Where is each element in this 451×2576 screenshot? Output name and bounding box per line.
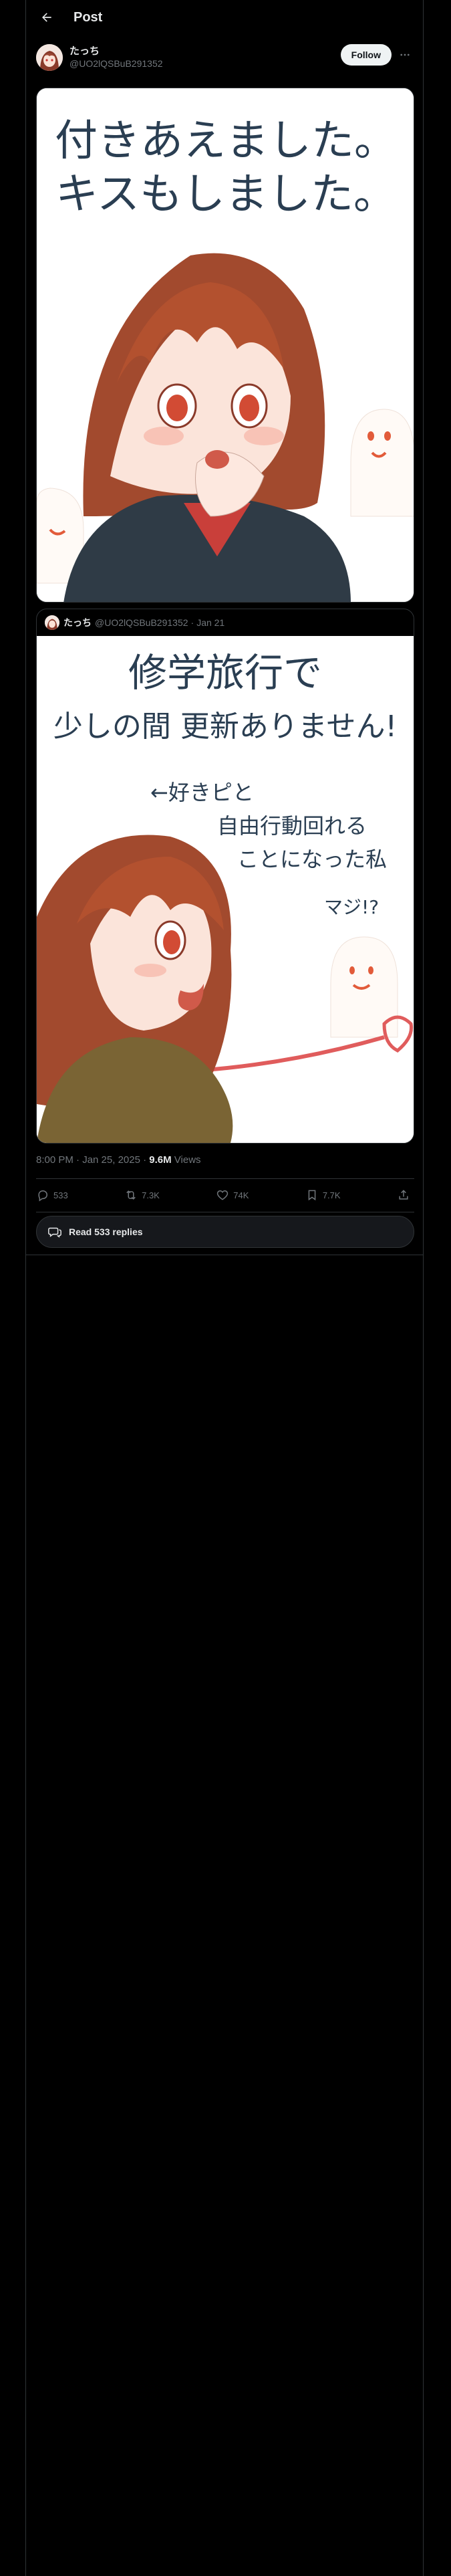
note-line3: ことになった私 bbox=[237, 847, 387, 872]
bookmark-count: 7.7K bbox=[322, 1190, 341, 1200]
avatar[interactable] bbox=[36, 44, 63, 71]
quoted-caption-line1: 修学旅行で bbox=[128, 650, 322, 695]
image-caption-line2: キスもしました。 bbox=[55, 170, 396, 219]
post-image[interactable]: 付きあえました。 キスもしました。 bbox=[36, 88, 414, 603]
like-button[interactable]: 74K bbox=[216, 1188, 249, 1202]
quoted-date: Jan 21 bbox=[196, 617, 225, 628]
repost-icon bbox=[126, 1190, 136, 1200]
quoted-author-name: たっち bbox=[63, 617, 92, 628]
more-options-button[interactable] bbox=[396, 45, 414, 64]
reply-icon bbox=[38, 1190, 48, 1202]
back-button[interactable] bbox=[35, 5, 59, 29]
views-count: 9.6M bbox=[149, 1154, 172, 1166]
share-button[interactable] bbox=[397, 1188, 414, 1202]
note-line2: 自由行動回れる bbox=[217, 813, 367, 839]
repost-button[interactable]: 7.3K bbox=[124, 1188, 160, 1202]
separator-dot: · bbox=[190, 617, 194, 628]
quoted-author-handle: @UO2lQSBuB291352 bbox=[95, 617, 188, 628]
views-label: Views bbox=[171, 1154, 201, 1166]
reply-button[interactable]: 533 bbox=[36, 1188, 68, 1202]
author-name[interactable]: たっち bbox=[69, 45, 163, 58]
image-caption-line1: 付きあえました。 bbox=[55, 116, 397, 166]
read-replies-button[interactable]: Read 533 replies bbox=[36, 1216, 414, 1248]
top-bar: Post bbox=[25, 0, 424, 35]
heart-icon bbox=[217, 1190, 229, 1200]
follow-button[interactable]: Follow bbox=[340, 44, 392, 66]
quoted-caption-line2: 少しの間 更新ありません! bbox=[53, 710, 397, 744]
quoted-post[interactable]: たっち @UO2lQSBuB291352 · Jan 21 修学旅行で 少しの間… bbox=[36, 609, 414, 1144]
repost-count: 7.3K bbox=[142, 1190, 160, 1200]
action-bar: 533 7.3K 74K 7.7K bbox=[36, 1179, 414, 1211]
author-handle[interactable]: @UO2lQSBuB291352 bbox=[69, 58, 163, 70]
bookmark-button[interactable]: 7.7K bbox=[305, 1188, 341, 1202]
bookmark-icon bbox=[308, 1190, 316, 1201]
note-line1: ←好きピと bbox=[150, 780, 254, 805]
quoted-post-header: たっち @UO2lQSBuB291352 · Jan 21 bbox=[37, 609, 414, 636]
arrow-left-icon bbox=[42, 13, 51, 22]
girl-illustration bbox=[37, 835, 233, 1143]
post-author: たっち @UO2lQSBuB291352 Follow bbox=[36, 41, 414, 74]
post-meta: 8:00 PM · Jan 25, 2025 · 9.6M Views bbox=[36, 1154, 201, 1166]
page-title: Post bbox=[73, 9, 103, 25]
reply-count: 533 bbox=[53, 1190, 68, 1200]
read-replies-label: Read 533 replies bbox=[69, 1226, 143, 1237]
like-count: 74K bbox=[233, 1190, 249, 1200]
more-dots-icon bbox=[400, 53, 410, 56]
quoted-image[interactable]: 修学旅行で 少しの間 更新ありません! ←好きピと 自由行動回れる ことになった… bbox=[37, 636, 414, 1143]
note-line4: マジ!? bbox=[324, 896, 379, 918]
speech-bubbles-icon bbox=[48, 1227, 61, 1238]
post-timestamp[interactable]: 8:00 PM · Jan 25, 2025 · bbox=[36, 1154, 149, 1166]
quoted-avatar bbox=[45, 615, 59, 630]
share-icon bbox=[399, 1190, 408, 1200]
